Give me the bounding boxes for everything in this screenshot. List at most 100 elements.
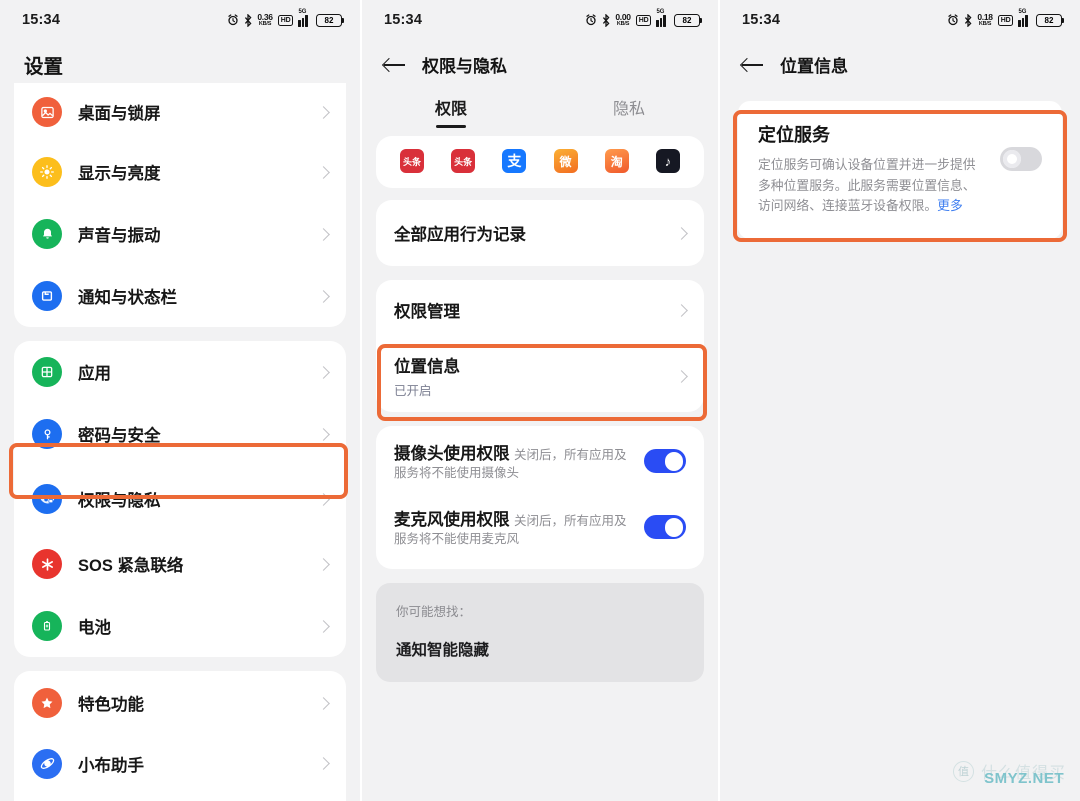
battery-icon: 82: [674, 13, 702, 27]
sidebar-item-features[interactable]: 特色功能: [14, 671, 346, 735]
recent-app-icons: 头条 头条 支 微 淘 ♪: [376, 136, 704, 188]
nav-header-right: 位置信息: [720, 40, 1080, 95]
location-service-toggle[interactable]: [1000, 147, 1042, 171]
weibo-icon[interactable]: 微: [553, 149, 578, 173]
chevron-right-icon: [317, 619, 330, 633]
suggestion-header: 你可能想找：: [396, 604, 472, 619]
recent-apps-card: 头条 头条 支 微 淘 ♪: [376, 136, 704, 188]
permission-management-card: 权限管理 位置信息 已开启: [376, 280, 704, 412]
chevron-right-icon: [317, 492, 330, 506]
bell-icon: [32, 219, 62, 249]
sidebar-item-permissions-privacy[interactable]: 权限与隐私: [14, 465, 346, 533]
suggestion-item[interactable]: 通知智能隐藏: [396, 638, 684, 660]
status-bar-right: 15:34 0.18 KB/S HD 5G 82: [720, 0, 1080, 40]
chevron-right-icon: [317, 289, 330, 303]
status-bar-left: 15:34 0.36 KB/S HD 5G 82: [0, 0, 360, 40]
sos-icon: [32, 549, 62, 579]
sidebar-item-label: 特色功能: [78, 696, 144, 714]
back-arrow-icon[interactable]: [384, 56, 406, 74]
bluetooth-icon: [602, 13, 610, 27]
sidebar-item-wallpaper[interactable]: 桌面与锁屏: [14, 83, 346, 141]
signal-5g-icon: 5G: [1018, 9, 1031, 27]
row-sublabel: 已开启: [394, 384, 432, 398]
network-gen-label: 5G: [1018, 8, 1027, 15]
sidebar-item-sos[interactable]: SOS 紧急联络: [14, 533, 346, 595]
sidebar-item-display[interactable]: 显示与亮度: [14, 141, 346, 203]
tab-bar: 权限 隐私: [362, 95, 718, 136]
sidebar-item-battery[interactable]: 电池: [14, 595, 346, 657]
sidebar-item-label: 通知与状态栏: [78, 289, 177, 307]
battery-green-icon: [32, 611, 62, 641]
douyin-icon[interactable]: ♪: [655, 149, 680, 173]
chevron-right-icon: [675, 303, 688, 317]
network-speed-icon: 0.18 KB/S: [977, 13, 993, 27]
chevron-right-icon: [317, 105, 330, 119]
toutiao-icon[interactable]: 头条: [400, 149, 424, 173]
notification-icon: [32, 281, 62, 311]
sidebar-item-label: 密码与安全: [78, 427, 161, 445]
hd-icon: HD: [635, 14, 652, 26]
sidebar-item-breeno[interactable]: 小布助手: [14, 735, 346, 792]
row-title: 麦克风使用权限: [394, 511, 510, 530]
behavior-log-card: 全部应用行为记录: [376, 200, 704, 266]
brightness-icon: [32, 157, 62, 187]
settings-group-3: 特色功能 小布助手 云服务: [14, 671, 346, 801]
row-microphone-permission[interactable]: 麦克风使用权限 关闭后，所有应用及服务将不能使用麦克风: [376, 496, 704, 568]
speed-unit: KB/S: [616, 20, 630, 27]
camera-permission-toggle[interactable]: [644, 449, 686, 474]
row-label: 全部应用行为记录: [394, 226, 526, 244]
row-label: 位置信息: [394, 358, 460, 376]
location-service-text: 定位服务 定位服务可确认设备位置并进一步提供多种位置服务。此服务需要位置信息、访…: [758, 121, 1000, 217]
sidebar-item-label: 电池: [78, 619, 111, 637]
panel-permissions-privacy: 15:34 0.00 KB/S HD 5G 82 权限与隐私 权限 隐私 头条 …: [360, 0, 720, 801]
back-arrow-icon[interactable]: [742, 56, 764, 74]
sidebar-item-apps[interactable]: 应用: [14, 341, 346, 403]
watermark-logo: 值: [952, 760, 974, 782]
tab-privacy[interactable]: 隐私: [540, 95, 718, 128]
apps-grid-icon: [32, 357, 62, 387]
network-speed-icon: 0.36 KB/S: [257, 13, 273, 27]
sidebar-item-sound[interactable]: 声音与振动: [14, 203, 346, 265]
network-gen-label: 5G: [656, 8, 665, 15]
chevron-right-icon: [317, 757, 330, 770]
signal-5g-icon: 5G: [298, 9, 311, 27]
status-icons: 0.18 KB/S HD 5G 82: [947, 9, 1064, 27]
battery-icon: 82: [316, 13, 344, 27]
network-speed-icon: 0.00 KB/S: [615, 13, 631, 27]
status-time: 15:34: [384, 12, 423, 28]
star-icon: [32, 688, 62, 718]
hd-icon: HD: [277, 14, 294, 26]
more-link[interactable]: 更多: [937, 198, 963, 213]
row-location-info[interactable]: 位置信息 已开启: [376, 340, 704, 412]
alarm-icon: [585, 14, 597, 26]
sidebar-item-password-security[interactable]: 密码与安全: [14, 403, 346, 465]
alarm-icon: [227, 14, 239, 26]
sidebar-item-label: 显示与亮度: [78, 165, 161, 183]
tab-permissions[interactable]: 权限: [362, 95, 540, 128]
alarm-icon: [947, 14, 959, 26]
device-permission-card: 摄像头使用权限 关闭后，所有应用及服务将不能使用摄像头 麦克风使用权限 关闭后，…: [376, 426, 704, 569]
network-gen-label: 5G: [298, 8, 307, 15]
row-camera-permission[interactable]: 摄像头使用权限 关闭后，所有应用及服务将不能使用摄像头: [376, 426, 704, 496]
row-all-app-behavior-log[interactable]: 全部应用行为记录: [376, 200, 704, 266]
sidebar-item-cloud[interactable]: 云服务: [14, 792, 346, 801]
location-service-description: 定位服务可确认设备位置并进一步提供多种位置服务。此服务需要位置信息、访问网络、连…: [758, 155, 986, 217]
key-icon: [32, 419, 62, 449]
taobao-icon[interactable]: 淘: [604, 149, 629, 173]
status-icons: 0.36 KB/S HD 5G 82: [227, 9, 344, 27]
status-time: 15:34: [742, 12, 781, 28]
watermark-site: SMYZ.NET: [984, 770, 1064, 787]
suggestion-card: 你可能想找： 通知智能隐藏: [376, 582, 704, 682]
chevron-right-icon: [317, 557, 330, 571]
assistant-icon: [32, 748, 62, 779]
microphone-permission-toggle[interactable]: [644, 515, 686, 540]
alipay-icon[interactable]: 支: [502, 149, 527, 173]
sidebar-item-label: 桌面与锁屏: [78, 105, 161, 123]
row-permission-management[interactable]: 权限管理: [376, 280, 704, 340]
toutiao-lite-icon[interactable]: 头条: [451, 149, 476, 173]
status-bar-mid: 15:34 0.00 KB/S HD 5G 82: [362, 0, 718, 40]
sidebar-item-notification[interactable]: 通知与状态栏: [14, 265, 346, 327]
speed-unit: KB/S: [978, 20, 992, 27]
sidebar-item-label: 小布助手: [78, 756, 144, 775]
chevron-right-icon: [675, 369, 688, 383]
